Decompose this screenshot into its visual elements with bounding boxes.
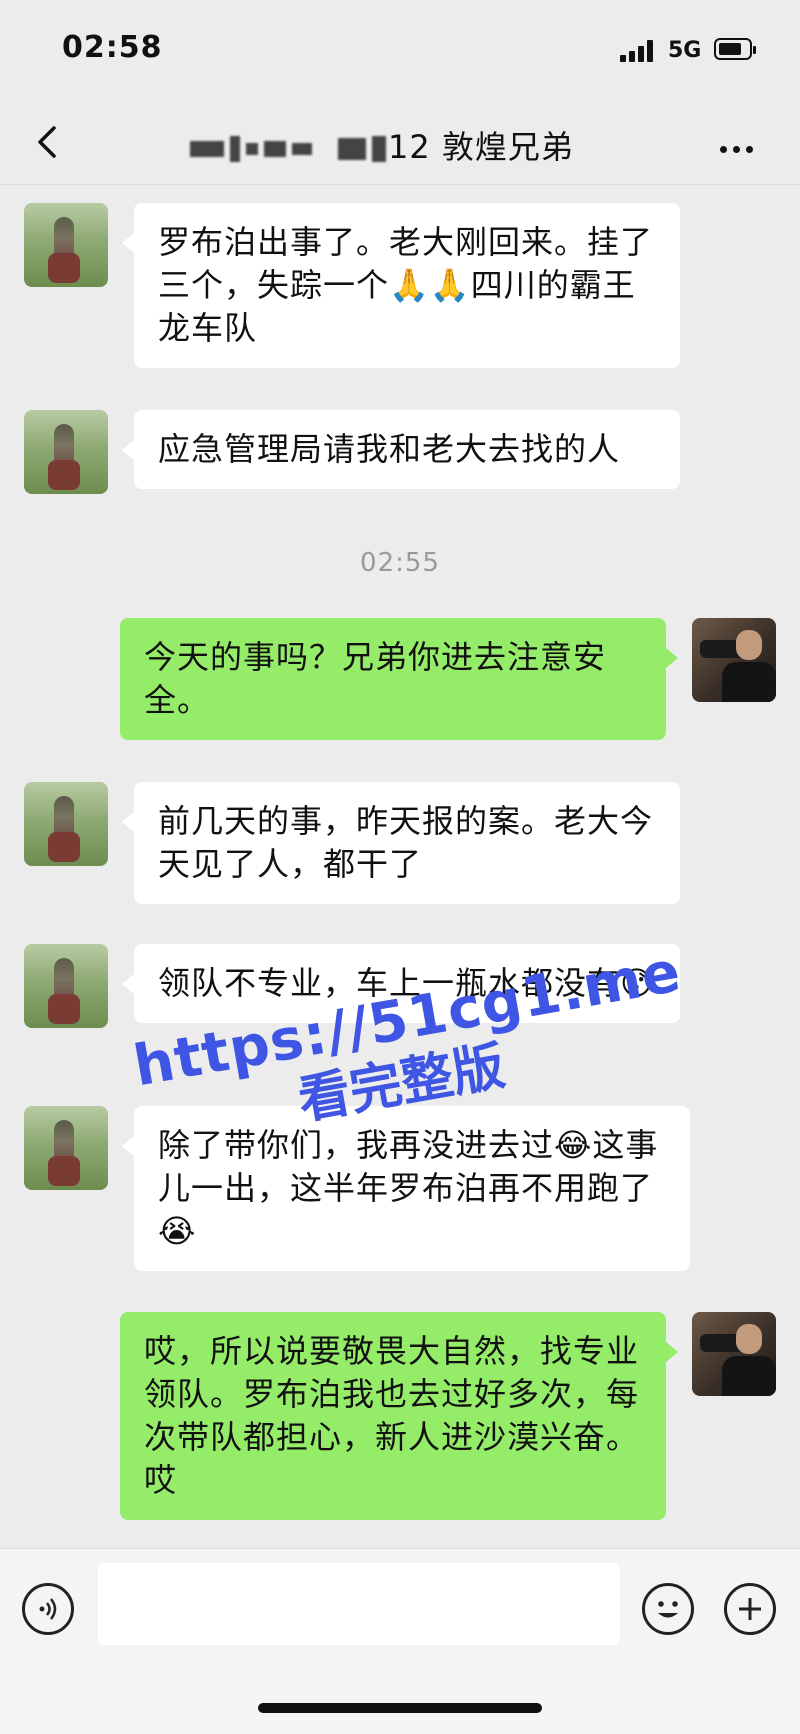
contact-avatar[interactable] — [24, 1106, 108, 1190]
user-avatar[interactable] — [692, 618, 776, 702]
contact-avatar[interactable] — [24, 410, 108, 494]
home-indicator — [258, 1703, 542, 1713]
redacted-text — [338, 138, 366, 160]
message-input[interactable] — [98, 1563, 620, 1645]
redacted-text — [246, 143, 258, 155]
status-bar: 02:58 5G — [0, 0, 800, 100]
signal-icon — [620, 38, 658, 62]
message-bubble-incoming[interactable]: 前几天的事，昨天报的案。老大今天见了人，都干了 — [122, 782, 680, 904]
redacted-text — [372, 136, 386, 162]
message-bubble-incoming[interactable]: 除了带你们，我再没进去过😂这事儿一出，这半年罗布泊再不用跑了😭 — [122, 1106, 690, 1271]
message-bubble-outgoing[interactable]: 哎，所以说要敬畏大自然，找专业领队。罗布泊我也去过好多次，每次带队都担心，新人进… — [120, 1312, 678, 1520]
user-avatar[interactable] — [692, 1312, 776, 1396]
redacted-text — [264, 141, 286, 157]
contact-avatar[interactable] — [24, 203, 108, 287]
emoji-icon[interactable] — [642, 1583, 694, 1635]
status-time: 02:58 — [62, 30, 163, 65]
redacted-text — [190, 141, 224, 157]
chat-header: 12 敦煌兄弟 — [0, 100, 800, 185]
redacted-text — [230, 136, 240, 162]
chat-title-text: 12 敦煌兄弟 — [388, 128, 574, 166]
chat-title: 12 敦煌兄弟 — [190, 122, 574, 168]
contact-avatar[interactable] — [24, 944, 108, 1028]
message-bubble-incoming[interactable]: 应急管理局请我和老大去找的人 — [122, 410, 680, 489]
plus-icon[interactable] — [724, 1583, 776, 1635]
contact-avatar[interactable] — [24, 782, 108, 866]
battery-icon — [714, 38, 756, 60]
input-bar — [0, 1548, 800, 1734]
message-bubble-incoming[interactable]: 领队不专业，车上一瓶水都没有😯 — [122, 944, 680, 1023]
message-bubble-incoming[interactable]: 罗布泊出事了。老大刚回来。挂了三个，失踪一个🙏🙏四川的霸王龙车队 — [122, 203, 680, 368]
message-bubble-outgoing[interactable]: 今天的事吗？兄弟你进去注意安全。 — [120, 618, 678, 740]
voice-icon[interactable] — [22, 1583, 74, 1635]
message-timestamp: 02:55 — [360, 548, 440, 578]
more-dots-icon[interactable] — [720, 138, 759, 157]
chevron-left-icon[interactable] — [34, 124, 64, 160]
redacted-text — [292, 143, 312, 155]
network-label: 5G — [668, 38, 702, 63]
